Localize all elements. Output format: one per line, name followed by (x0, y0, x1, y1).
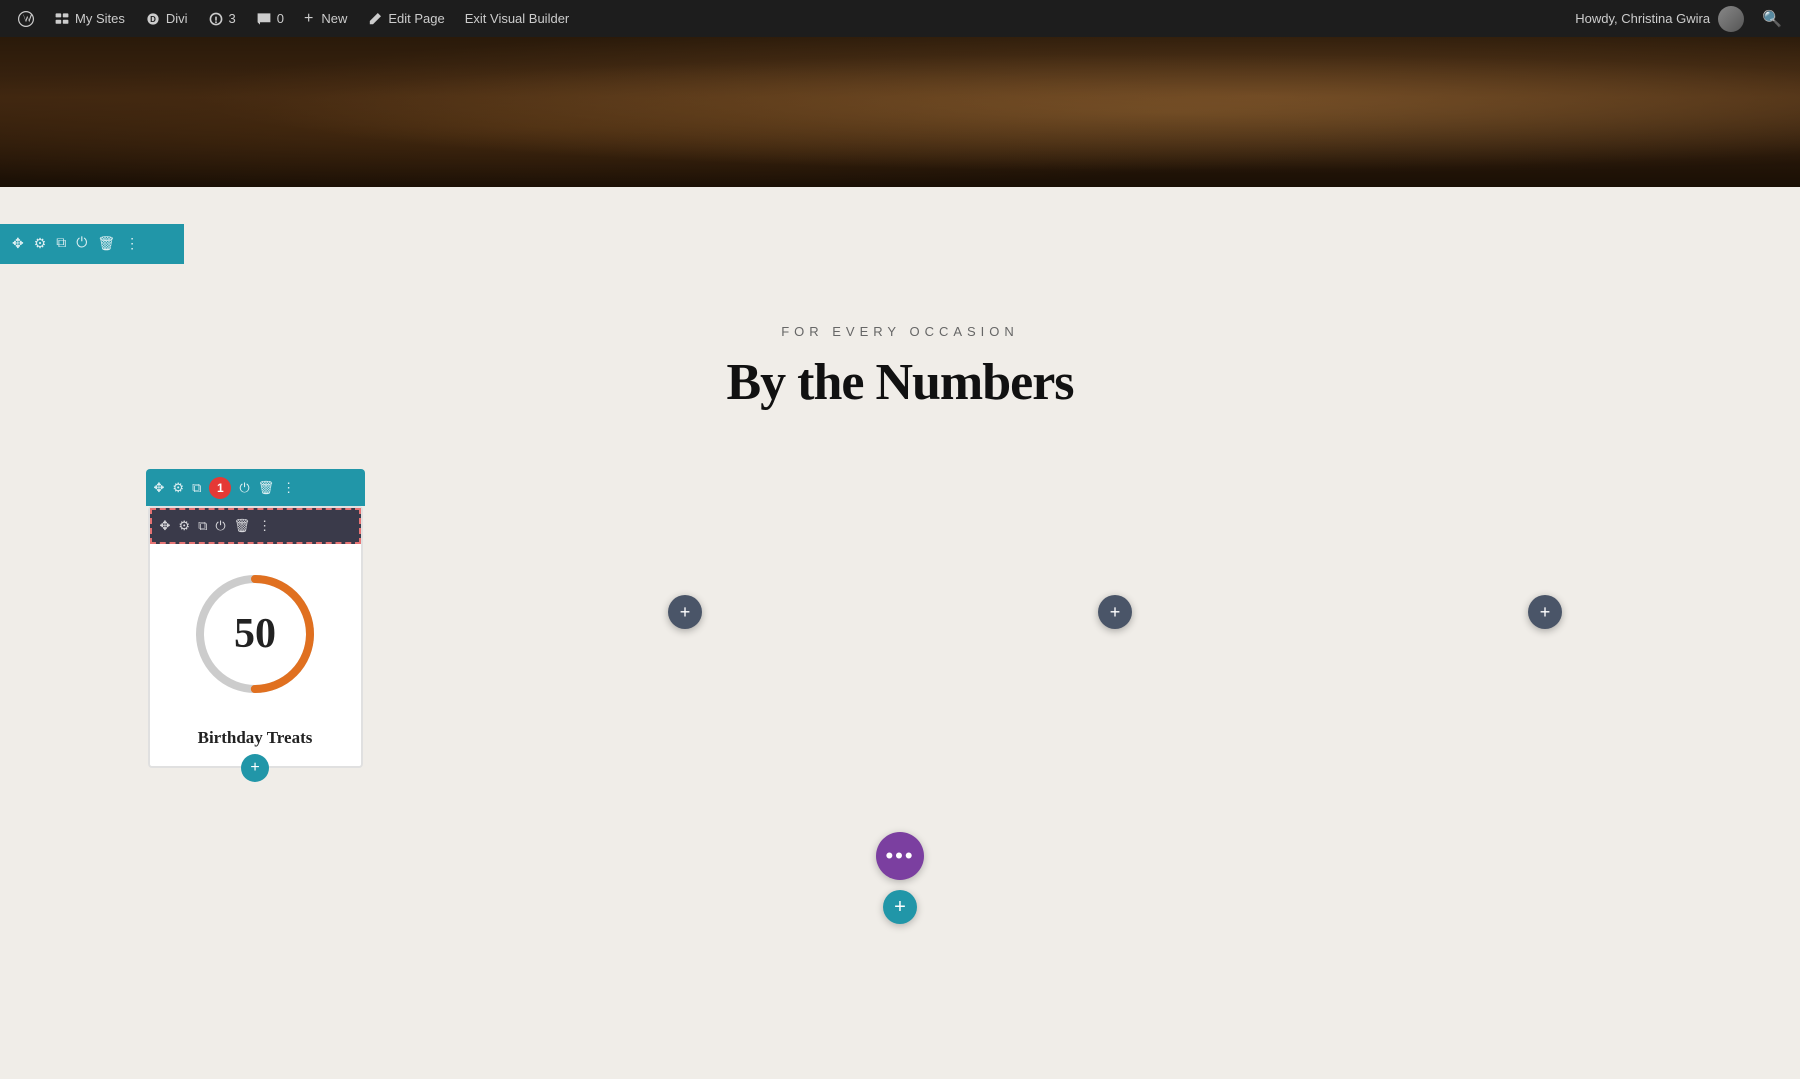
section-subtitle: FOR EVERY OCCASION (0, 324, 1800, 339)
module-clone-icon[interactable]: ⧉ (198, 518, 207, 534)
my-sites-label: My Sites (75, 11, 125, 26)
column-2: + (470, 452, 900, 772)
section-heading: FOR EVERY OCCASION By the Numbers (0, 264, 1800, 452)
row-toolbar: ✥ ⚙ ⧉ 1 ⏻ 🗑 ⋮ (146, 469, 365, 506)
section-title: By the Numbers (0, 353, 1800, 412)
admin-bar-right: Howdy, Christina Gwira 🔍 (1575, 6, 1792, 32)
notification-badge: 1 (209, 477, 231, 499)
svg-text:D: D (150, 15, 156, 24)
new-label: New (321, 11, 347, 26)
section-move-icon[interactable]: ✥ (12, 236, 24, 253)
add-section-button[interactable]: + (883, 890, 917, 924)
exit-builder-menu[interactable]: Exit Visual Builder (455, 0, 580, 37)
add-column-4-button[interactable]: + (1528, 595, 1562, 629)
section-more-icon[interactable]: ⋮ (125, 236, 139, 253)
section-toolbar: ✥ ⚙ ⧉ ⏻ 🗑 ⋮ (0, 224, 184, 264)
module-wrapper: ✥ ⚙ ⧉ 1 ⏻ 🗑 ⋮ ✥ ⚙ ⧉ ⏻ (148, 506, 363, 768)
dots-icon: ••• (885, 843, 914, 869)
module-move-icon[interactable]: ✥ (160, 518, 171, 534)
add-column-2-button[interactable]: + (668, 595, 702, 629)
row-clone-icon[interactable]: ⧉ (192, 480, 201, 496)
divi-label: Divi (166, 11, 188, 26)
divi-menu[interactable]: D Divi (135, 0, 198, 37)
module-settings-icon[interactable]: ⚙ (178, 518, 190, 534)
main-content: FOR EVERY OCCASION By the Numbers ✥ ⚙ ⧉ … (0, 264, 1800, 1079)
row-move-icon[interactable]: ✥ (154, 480, 165, 496)
section-settings-icon[interactable]: ⚙ (34, 236, 47, 253)
section-delete-icon[interactable]: 🗑 (97, 236, 115, 253)
row-more-icon[interactable]: ⋮ (282, 480, 295, 496)
search-icon[interactable]: 🔍 (1752, 9, 1792, 29)
updates-menu[interactable]: 3 (198, 0, 246, 37)
circle-chart: 50 (185, 564, 325, 704)
module-disable-icon[interactable]: ⏻ (215, 518, 225, 534)
comments-menu[interactable]: 0 (246, 0, 294, 37)
greeting-text: Howdy, Christina Gwira (1575, 11, 1710, 26)
exit-builder-label: Exit Visual Builder (465, 11, 570, 26)
dots-menu-button[interactable]: ••• (876, 832, 924, 880)
content-row: ✥ ⚙ ⧉ 1 ⏻ 🗑 ⋮ ✥ ⚙ ⧉ ⏻ (0, 452, 1800, 772)
user-avatar[interactable] (1718, 6, 1744, 32)
edit-page-label: Edit Page (388, 11, 444, 26)
wp-logo[interactable] (8, 0, 44, 37)
module-toolbar: ✥ ⚙ ⧉ ⏻ 🗑 ⋮ (150, 508, 361, 544)
circle-number: 50 (234, 610, 276, 658)
new-menu[interactable]: + New (294, 0, 357, 37)
column-1: ✥ ⚙ ⧉ 1 ⏻ 🗑 ⋮ ✥ ⚙ ⧉ ⏻ (40, 452, 470, 772)
add-module-button[interactable]: + (241, 754, 269, 782)
circle-chart-container: 50 (150, 544, 361, 714)
section-clone-icon[interactable]: ⧉ (56, 236, 66, 252)
column-4: + (1330, 452, 1760, 772)
module-delete-icon[interactable]: 🗑 (234, 518, 251, 534)
my-sites-menu[interactable]: My Sites (44, 0, 135, 37)
column-3: + (900, 452, 1330, 772)
comment-count: 0 (277, 11, 284, 26)
update-count: 3 (229, 11, 236, 26)
bottom-actions: ••• + (0, 772, 1800, 954)
section-disable-icon[interactable]: ⏻ (76, 236, 87, 252)
header-image (0, 37, 1800, 187)
row-disable-icon[interactable]: ⏻ (239, 480, 249, 496)
row-settings-icon[interactable]: ⚙ (172, 480, 184, 496)
module-more-icon[interactable]: ⋮ (258, 518, 271, 534)
add-column-3-button[interactable]: + (1098, 595, 1132, 629)
module-card: ✥ ⚙ ⧉ ⏻ 🗑 ⋮ (148, 506, 363, 768)
edit-page-menu[interactable]: Edit Page (357, 0, 454, 37)
admin-bar: My Sites D Divi 3 0 + New Edit Page Exit… (0, 0, 1800, 37)
row-delete-icon[interactable]: 🗑 (258, 480, 275, 496)
